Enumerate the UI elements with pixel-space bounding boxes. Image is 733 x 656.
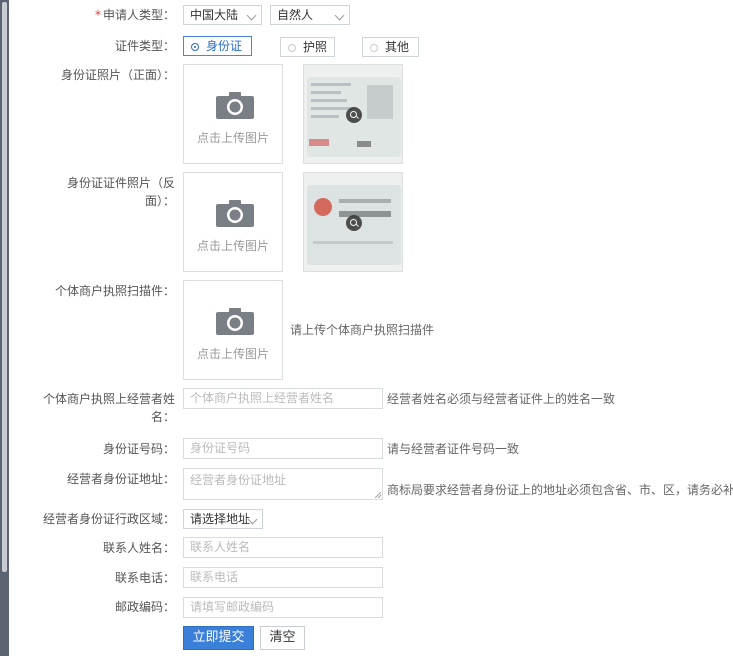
id-type-option-label: 护照 <box>303 40 328 54</box>
id-type-option-passport[interactable]: 护照 <box>280 37 335 57</box>
upload-text: 点击上传图片 <box>196 239 269 253</box>
id-address-textarea[interactable]: 经营者身份证地址 <box>183 468 383 500</box>
operator-name-hint: 经营者姓名必须与经营者证件上的姓名一致 <box>387 392 616 406</box>
id-type-option-idcard[interactable]: 身份证 <box>183 36 252 56</box>
admin-region-label: 经营者身份证行政区域： <box>42 512 175 526</box>
person-type-select-value: 自然人 <box>277 8 314 22</box>
operator-name-input[interactable]: 个体商户执照上经营者姓名 <box>183 388 383 409</box>
license-scan-upload[interactable]: 点击上传图片 <box>183 280 283 380</box>
id-back-preview[interactable] <box>303 172 403 272</box>
id-number-hint: 请与经营者证件号码一致 <box>387 442 520 456</box>
region-select-value: 中国大陆 <box>190 8 239 22</box>
clear-button[interactable]: 清空 <box>260 626 305 650</box>
id-back-label-line1: 身份证证件照片（反 <box>66 176 175 190</box>
id-address-hint: 商标局要求经营者身份证上的地址必须包含省、市、区，请务必补 <box>387 483 733 497</box>
camera-icon <box>216 92 254 119</box>
operator-name-label: 个体商户执照上经营者姓 名： <box>20 390 175 426</box>
submit-button[interactable]: 立即提交 <box>183 626 254 650</box>
id-type-label: 证件类型： <box>114 39 175 53</box>
chevron-down-icon <box>334 10 345 21</box>
camera-icon <box>216 200 254 227</box>
id-address-placeholder: 经营者身份证地址 <box>190 473 287 487</box>
upload-text: 点击上传图片 <box>196 347 269 361</box>
id-back-label-line2: 面）： <box>144 194 175 208</box>
id-back-label: 身份证证件照片（反 面）： <box>30 174 175 210</box>
upload-text: 点击上传图片 <box>196 131 269 145</box>
id-type-option-label: 身份证 <box>206 39 243 53</box>
id-front-label: 身份证照片（正面）： <box>60 68 175 82</box>
id-number-input[interactable]: 身份证号码 <box>183 438 383 459</box>
id-type-option-other[interactable]: 其他 <box>362 37 419 57</box>
applicant-type-label-text: 申请人类型： <box>102 8 175 22</box>
required-mark: * <box>94 8 101 22</box>
license-scan-hint: 请上传个体商户执照扫描件 <box>290 323 435 337</box>
operator-name-label-line1: 个体商户执照上经营者姓 <box>42 392 175 406</box>
zoom-icon[interactable] <box>346 215 362 231</box>
contact-name-label: 联系人姓名： <box>102 541 175 555</box>
id-address-label: 经营者身份证地址： <box>66 472 175 486</box>
radio-unselected-icon <box>288 44 296 52</box>
contact-name-input[interactable]: 联系人姓名 <box>183 537 383 558</box>
person-type-select[interactable]: 自然人 <box>270 5 350 25</box>
page-scrollbar[interactable] <box>0 0 9 656</box>
license-scan-label: 个体商户执照扫描件： <box>54 284 175 298</box>
zoom-icon[interactable] <box>346 107 362 123</box>
id-number-label: 身份证号码： <box>102 442 175 456</box>
contact-phone-input[interactable]: 联系电话 <box>183 567 383 588</box>
region-select[interactable]: 中国大陆 <box>183 5 262 25</box>
applicant-type-label: * 申请人类型： <box>40 6 175 24</box>
id-back-upload[interactable]: 点击上传图片 <box>183 172 283 272</box>
radio-unselected-icon <box>370 44 378 52</box>
admin-region-select[interactable]: 请选择地址 <box>183 509 263 529</box>
id-type-option-label: 其他 <box>385 40 410 54</box>
resize-grip-icon[interactable] <box>375 492 381 498</box>
chevron-down-icon <box>246 10 257 21</box>
radio-selected-icon <box>191 43 199 51</box>
contact-phone-label: 联系电话： <box>114 571 175 585</box>
id-front-preview[interactable] <box>303 64 403 164</box>
id-front-upload[interactable]: 点击上传图片 <box>183 64 283 164</box>
scrollbar-thumb[interactable] <box>2 2 7 572</box>
postal-code-label: 邮政编码： <box>114 600 175 614</box>
postal-code-input[interactable]: 请填写邮政编码 <box>183 597 383 618</box>
operator-name-label-line2: 名： <box>150 410 175 424</box>
camera-icon <box>216 308 254 335</box>
admin-region-select-value: 请选择地址 <box>190 512 251 526</box>
